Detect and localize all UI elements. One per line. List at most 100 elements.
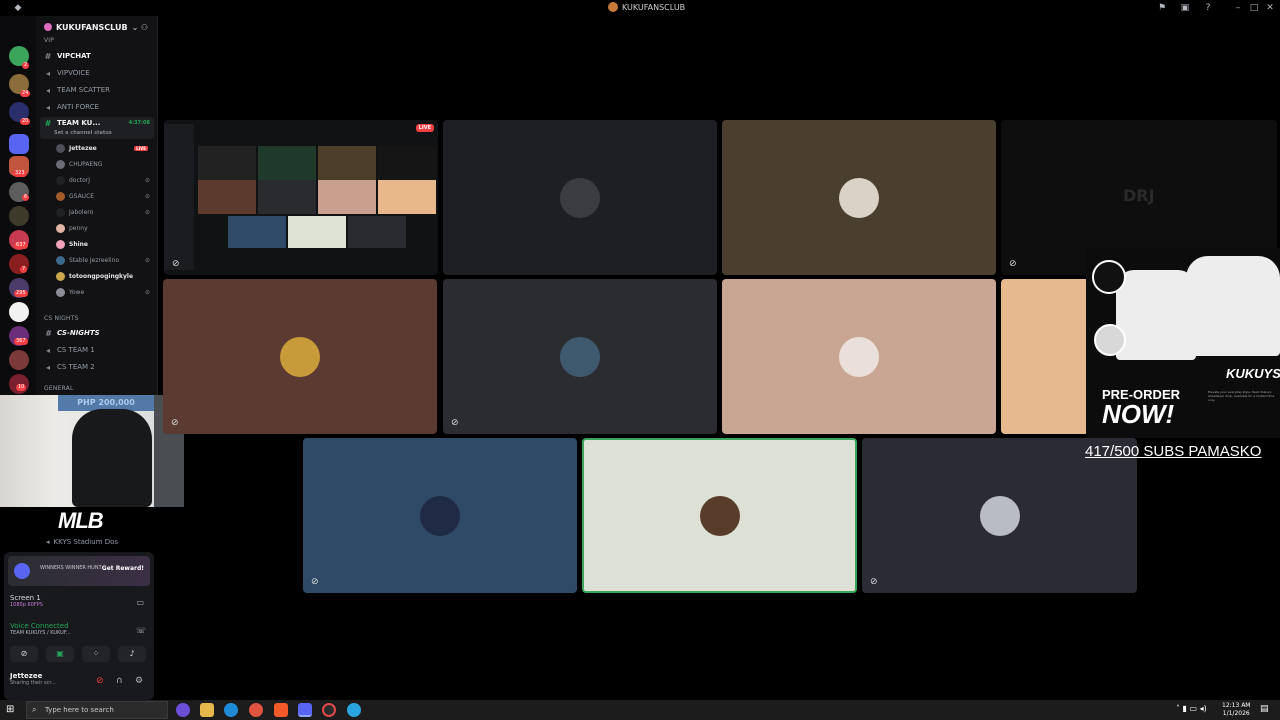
voice-channel-icon: # bbox=[44, 119, 52, 128]
screen-quality: 1080p 60FPS bbox=[10, 602, 43, 608]
user-name: Jabolero bbox=[69, 208, 94, 216]
channel-status[interactable]: Set a channel status bbox=[54, 130, 112, 136]
account-info[interactable]: Jettezee Sharing their scr... bbox=[10, 672, 56, 686]
unread-badge: 24 bbox=[20, 90, 31, 97]
server-logo-icon bbox=[608, 2, 618, 12]
voice-user[interactable]: CHUPAENG bbox=[56, 157, 154, 171]
category-vip[interactable]: VIP bbox=[44, 37, 54, 44]
category-cs-nights[interactable]: CS NIGHTS bbox=[44, 315, 79, 322]
voice-user[interactable]: penny bbox=[56, 221, 154, 235]
hash-icon: # bbox=[44, 51, 52, 61]
minimize-icon[interactable]: – bbox=[1233, 3, 1243, 13]
video-tile[interactable] bbox=[722, 279, 996, 434]
camera-button[interactable]: ⊘ bbox=[10, 646, 38, 662]
video-tile[interactable]: ⊘ bbox=[862, 438, 1137, 593]
server-icon[interactable] bbox=[9, 302, 29, 322]
detail-badge bbox=[1094, 324, 1126, 356]
tray-icons[interactable]: ˄ ▮ ▭ ◂) bbox=[1176, 704, 1207, 713]
channel-team-kuku[interactable]: # TEAM KU... 4:37:08 Set a channel statu… bbox=[40, 117, 154, 139]
notification-icon[interactable]: ▤ bbox=[1260, 704, 1269, 714]
avatar bbox=[839, 177, 879, 218]
video-tile[interactable] bbox=[722, 120, 996, 275]
channel-anti-force[interactable]: ◂ ANTI FORCE bbox=[44, 100, 154, 114]
soundboard-button[interactable]: ♪ bbox=[118, 646, 146, 662]
help-icon[interactable]: ? bbox=[1203, 3, 1213, 13]
preview-tile bbox=[198, 180, 256, 214]
channel-cs-team-1[interactable]: ◂ CS TEAM 1 bbox=[44, 343, 154, 357]
chrome-icon[interactable] bbox=[249, 703, 263, 717]
windows-start-icon[interactable]: ⊞ bbox=[6, 704, 18, 716]
inbox-icon[interactable]: ▣ bbox=[1180, 3, 1190, 13]
headphones-icon[interactable]: ∩ bbox=[116, 676, 123, 686]
taskbar-search[interactable]: ⌕ Type here to search bbox=[26, 701, 168, 719]
activities-button[interactable]: ⁘ bbox=[82, 646, 110, 662]
edge-icon[interactable] bbox=[224, 703, 238, 717]
invite-icon[interactable]: ⚇ bbox=[141, 23, 148, 32]
video-tile[interactable]: ⊘ bbox=[443, 279, 717, 434]
channel-vipchat[interactable]: # VIPCHAT bbox=[44, 49, 154, 63]
voice-user[interactable]: totoongpogingkyle bbox=[56, 269, 154, 283]
server-icon[interactable] bbox=[9, 206, 29, 226]
mlb-logo: MLB bbox=[58, 508, 104, 533]
live-badge: LIVE bbox=[134, 145, 148, 151]
file-explorer-icon[interactable] bbox=[200, 703, 214, 717]
maximize-icon[interactable]: □ bbox=[1249, 3, 1259, 13]
voice-user[interactable]: Yowe ⊘ bbox=[56, 285, 154, 299]
discord-icon[interactable] bbox=[298, 703, 312, 717]
channel-vipvoice[interactable]: ◂ VIPVOICE bbox=[44, 66, 154, 80]
promo-banner[interactable]: WINNERS WINNER HUNT Get Reward! bbox=[8, 556, 150, 586]
brave-icon[interactable] bbox=[274, 703, 288, 717]
channel-label: KKYS Stadium Dos bbox=[53, 538, 119, 546]
video-tile[interactable] bbox=[1001, 279, 1091, 434]
get-reward-button[interactable]: Get Reward! bbox=[102, 565, 144, 572]
clock[interactable]: 12:13 AM 1/1/2026 bbox=[1222, 702, 1250, 718]
video-tile[interactable] bbox=[443, 120, 717, 275]
channel-team-scatter[interactable]: ◂ TEAM SCATTER bbox=[44, 83, 154, 97]
avatar bbox=[56, 223, 65, 233]
subs-goal: 417/500 SUBS PAMASKO bbox=[1085, 443, 1262, 460]
channel-label: TEAM KU... bbox=[57, 119, 101, 127]
video-tile[interactable]: ⊘ bbox=[303, 438, 577, 593]
avatar bbox=[560, 177, 600, 218]
channel-cs-team-2[interactable]: ◂ CS TEAM 2 bbox=[44, 360, 154, 374]
avatar bbox=[56, 271, 65, 281]
account-status: Sharing their scr... bbox=[10, 680, 56, 686]
channel-kkys-stadium[interactable]: ◂ KKYS Stadium Dos bbox=[46, 538, 118, 546]
user-name: penny bbox=[69, 224, 88, 232]
video-tile[interactable]: ⊘ bbox=[163, 279, 437, 434]
mute-icon[interactable]: ⊘ bbox=[96, 676, 104, 686]
voice-user[interactable]: GSAUCE ⊘ bbox=[56, 189, 154, 203]
guild-name: KUKUFANSCLUB bbox=[56, 22, 128, 32]
voice-user[interactable]: Shine bbox=[56, 237, 154, 251]
voice-user[interactable]: doctorJ ⊘ bbox=[56, 173, 154, 187]
window-title-text: KUKUFANSCLUB bbox=[622, 2, 686, 12]
obs-icon[interactable] bbox=[322, 703, 336, 717]
close-icon[interactable]: ✕ bbox=[1265, 3, 1275, 13]
unread-badge: 295 bbox=[14, 290, 28, 297]
muted-icon: ⊘ bbox=[144, 176, 150, 184]
voice-user[interactable]: Jabolero ⊘ bbox=[56, 205, 154, 219]
channel-sidebar: KUKUFANSCLUB ⌄ ⚇ VIP # VIPCHAT ◂ VIPVOICE … bbox=[36, 16, 158, 396]
voice-user[interactable]: Jettezee LIVE bbox=[56, 141, 154, 155]
guild-header[interactable]: KUKUFANSCLUB ⌄ ⚇ bbox=[36, 16, 158, 38]
category-general[interactable]: GENERAL bbox=[44, 385, 74, 392]
settings-icon[interactable]: ⚙ bbox=[135, 676, 143, 686]
screen-share-button[interactable]: ▣ bbox=[46, 646, 74, 662]
app-icon[interactable] bbox=[176, 703, 190, 717]
screen-share-tile[interactable]: LIVE ⊘ bbox=[164, 120, 438, 275]
disconnect-icon[interactable]: ☏ bbox=[136, 626, 146, 635]
unread-badge: 637 bbox=[14, 242, 28, 249]
tshirt-back bbox=[1186, 256, 1280, 356]
preview-tile bbox=[318, 180, 376, 214]
stop-stream-icon[interactable]: ▭ bbox=[136, 598, 144, 607]
muted-icon: ⊘ bbox=[144, 256, 150, 264]
server-icon[interactable] bbox=[9, 134, 29, 154]
call-timer: 4:37:08 bbox=[128, 120, 150, 126]
video-tile-speaking[interactable] bbox=[582, 438, 857, 593]
channel-cs-nights[interactable]: # CS-NIGHTS bbox=[44, 326, 154, 340]
telegram-icon[interactable] bbox=[347, 703, 361, 717]
flag-icon[interactable]: ⚑ bbox=[1157, 3, 1167, 13]
server-icon[interactable] bbox=[9, 350, 29, 370]
voice-user[interactable]: Stable Jezreelino ⊘ bbox=[56, 253, 154, 267]
user-name: CHUPAENG bbox=[69, 160, 103, 168]
